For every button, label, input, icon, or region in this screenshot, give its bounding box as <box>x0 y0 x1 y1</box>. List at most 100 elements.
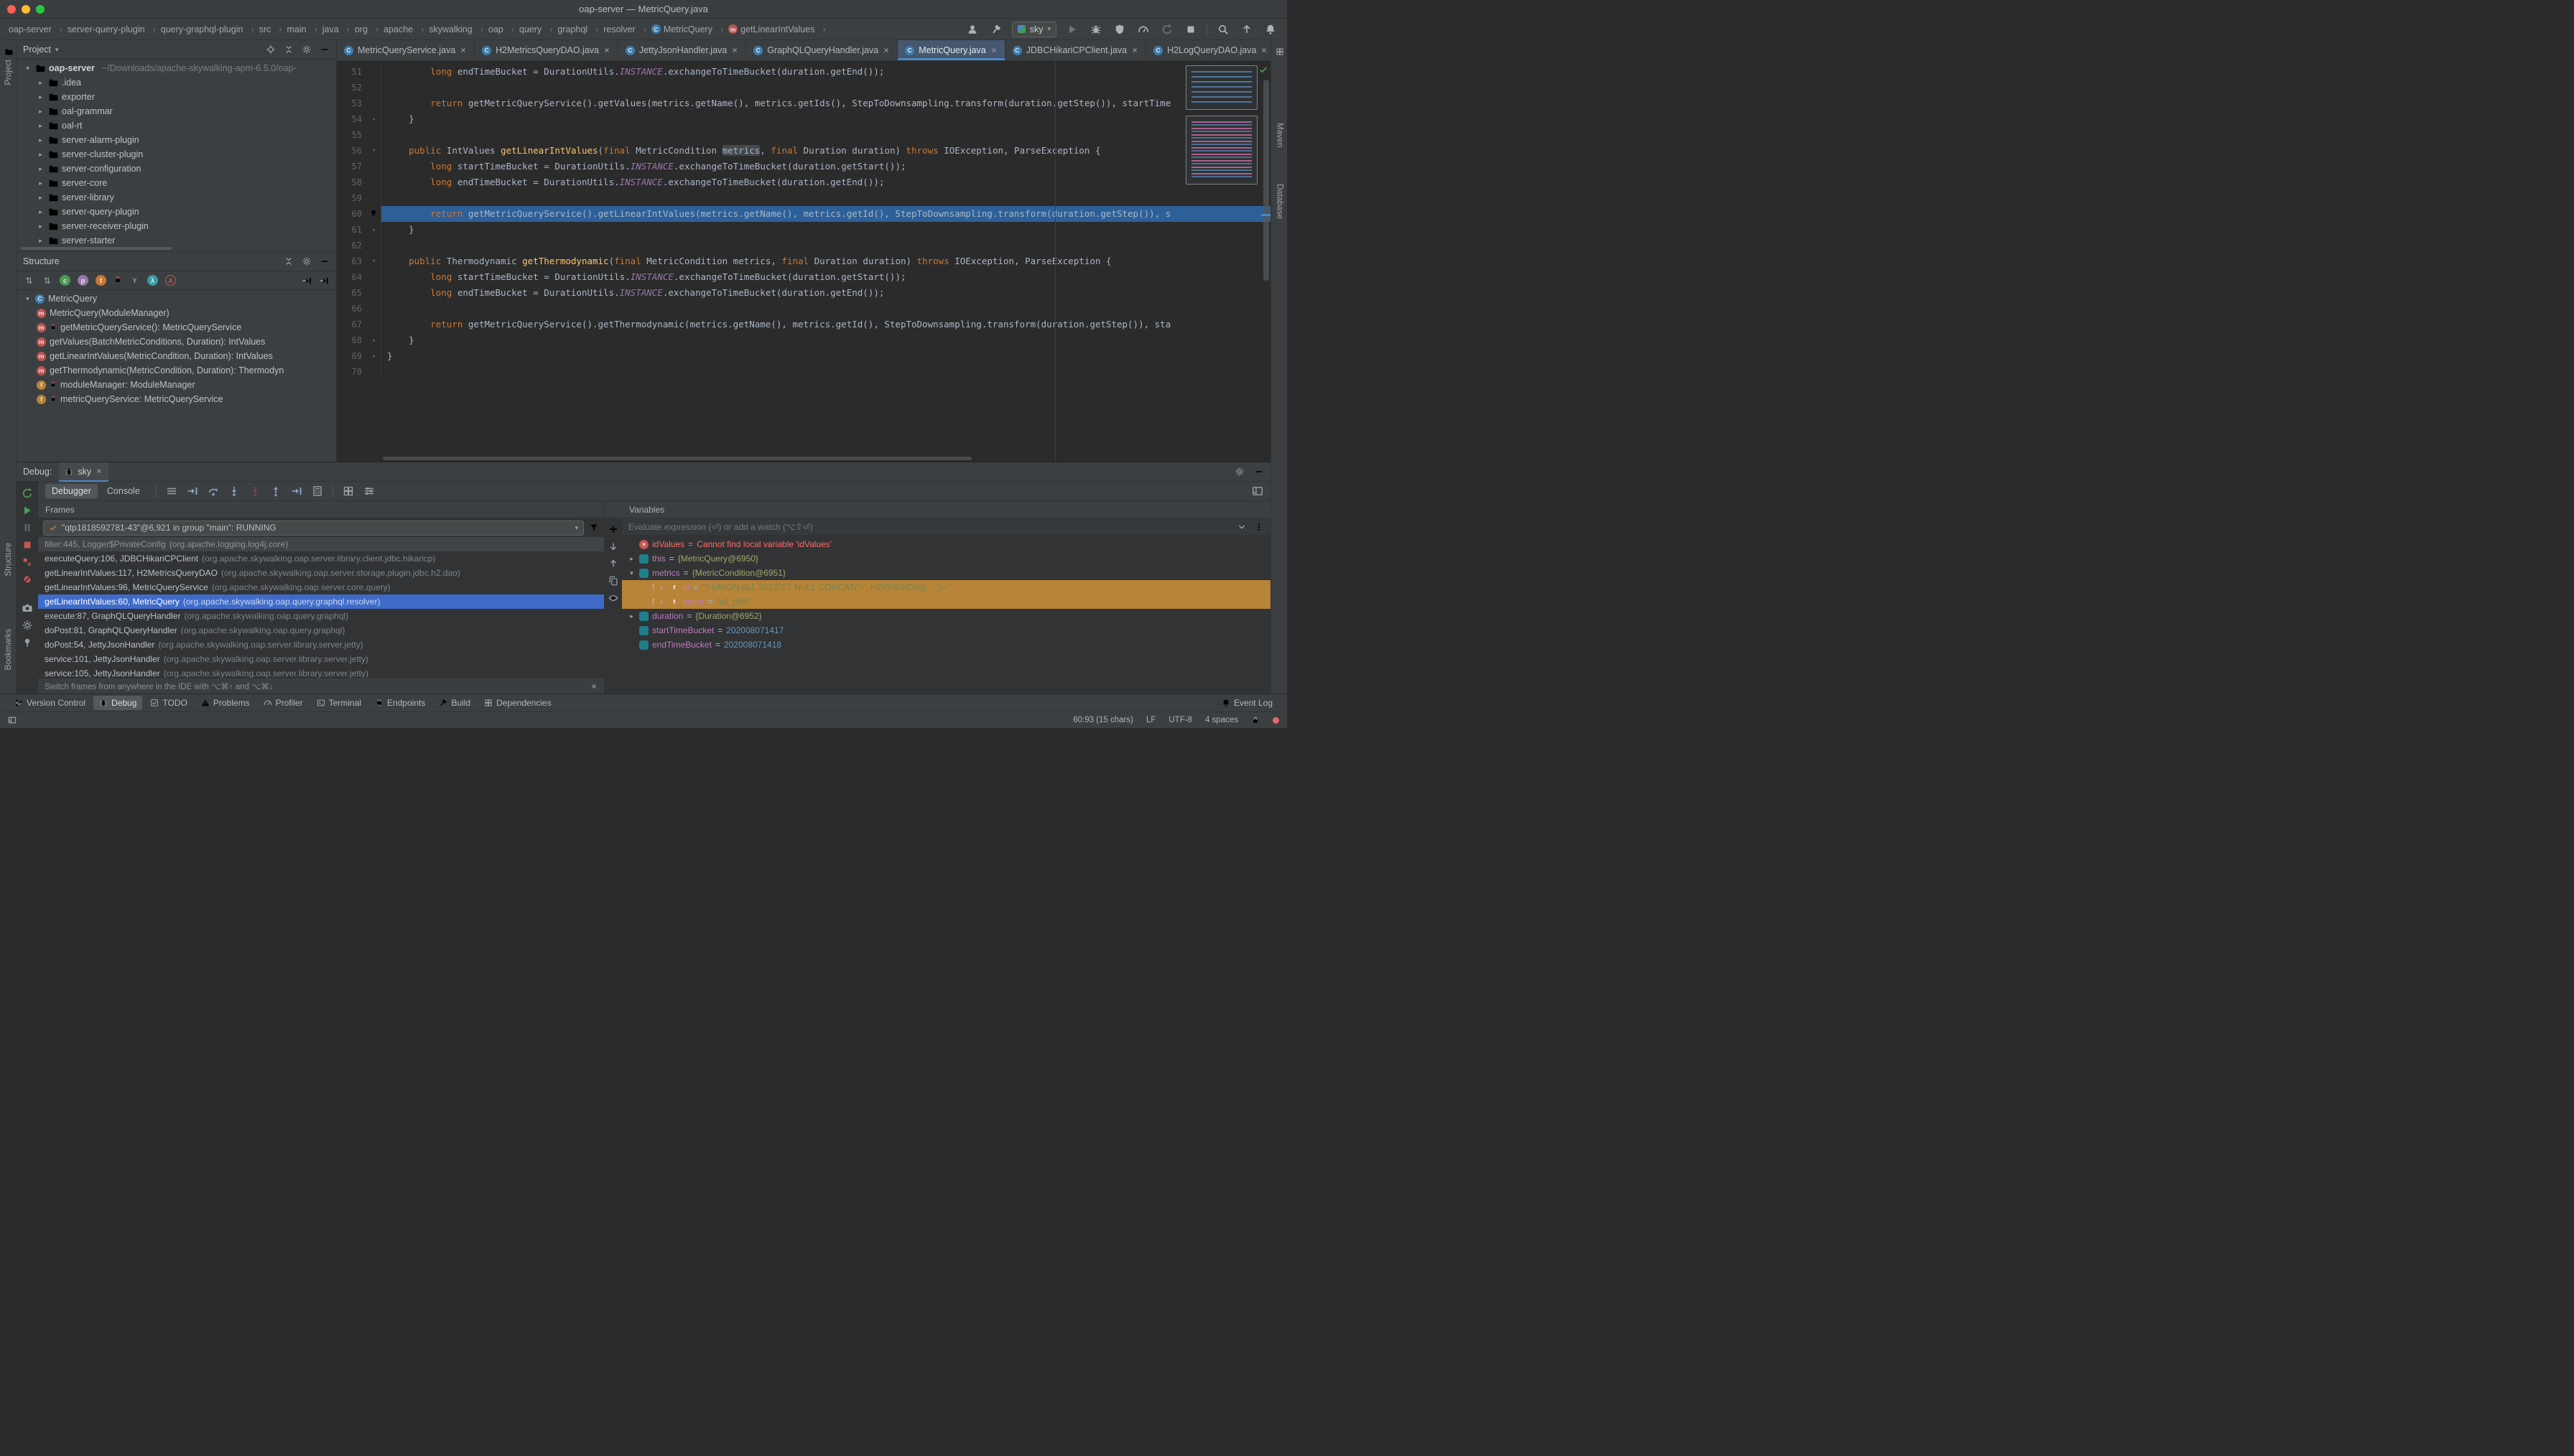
breadcrumb-item[interactable]: skywalking <box>429 24 488 34</box>
project-tree-item[interactable]: server-receiver-plugin <box>17 219 336 233</box>
file-encoding[interactable]: UTF-8 <box>1168 716 1192 724</box>
fold-marker-icon[interactable] <box>367 332 381 348</box>
frame-row[interactable]: service:101, JettyJsonHandler (org.apach… <box>38 652 604 666</box>
expand-icon[interactable] <box>37 108 45 116</box>
expand-icon[interactable] <box>37 79 45 87</box>
toolwindow-button[interactable]: Profiler <box>258 696 309 710</box>
code-preview-thumbnail[interactable] <box>1186 65 1258 110</box>
toolwindow-button[interactable]: Terminal <box>311 696 367 710</box>
project-tree-item[interactable]: server-query-plugin <box>17 205 336 219</box>
line-number[interactable]: 56 <box>337 143 367 159</box>
sort-by-visibility-icon[interactable] <box>42 275 52 286</box>
move-watch-up-icon[interactable] <box>608 559 618 569</box>
notification-dot[interactable] <box>1273 717 1279 724</box>
hide-panel-icon[interactable] <box>1254 467 1264 477</box>
editor-tab[interactable]: JettyJsonHandler.java <box>618 40 746 60</box>
pause-program-icon[interactable] <box>22 522 33 533</box>
expand-icon[interactable] <box>658 598 666 606</box>
structure-panel-header[interactable]: Structure <box>17 252 336 271</box>
expand-icon[interactable] <box>37 151 45 159</box>
line-number[interactable]: 51 <box>337 64 367 80</box>
expand-icon[interactable] <box>24 295 32 303</box>
breadcrumb-item[interactable]: graphql <box>557 24 603 34</box>
breadcrumb-item[interactable]: server-query-plugin <box>68 24 161 34</box>
evaluate-expression-icon[interactable] <box>312 485 323 497</box>
show-getters-icon[interactable] <box>60 275 70 286</box>
project-tree-item[interactable]: oal-grammar <box>17 104 336 118</box>
project-tree-item[interactable]: .idea <box>17 75 336 90</box>
variable-row[interactable]: name = "all_p99" <box>622 594 1270 609</box>
line-number[interactable]: 64 <box>337 269 367 285</box>
collapse-all-icon[interactable] <box>284 256 294 266</box>
project-tree-item[interactable]: server-starter <box>17 233 336 248</box>
force-step-into-icon[interactable] <box>249 485 261 497</box>
toolwindow-button[interactable]: Debug <box>93 696 142 710</box>
rerun-debug-icon[interactable] <box>22 487 33 499</box>
tab-close-icon[interactable] <box>1260 47 1268 54</box>
line-number[interactable]: 52 <box>337 80 367 95</box>
expand-icon[interactable] <box>37 237 45 245</box>
line-number[interactable]: 63 <box>337 253 367 269</box>
project-tree-item[interactable]: oal-rt <box>17 118 336 133</box>
group-methods-icon[interactable] <box>129 275 140 286</box>
search-everywhere-icon[interactable] <box>1215 22 1231 37</box>
gear-icon[interactable] <box>302 45 312 55</box>
debugger-view-tab[interactable]: Console <box>101 484 147 498</box>
chevron-down-icon[interactable]: ▾ <box>55 46 59 54</box>
breadcrumb-item[interactable]: query-graphql-plugin <box>161 24 259 34</box>
debugger-settings-icon[interactable] <box>22 620 33 631</box>
project-tree-item[interactable]: exporter <box>17 90 336 104</box>
show-non-public-icon[interactable] <box>113 275 122 286</box>
toolwindow-button[interactable]: Problems <box>195 696 256 710</box>
pin-tab-icon[interactable] <box>22 637 33 648</box>
expand-icon[interactable] <box>37 208 45 216</box>
layout-settings-icon[interactable] <box>1252 485 1263 497</box>
show-lambdas-icon[interactable] <box>147 275 158 286</box>
right-stripe-top-icon[interactable] <box>1271 47 1288 56</box>
tab-close-icon[interactable] <box>990 47 998 54</box>
variable-row[interactable]: endTimeBucket = 202008071418 <box>622 638 1270 652</box>
resume-program-icon[interactable] <box>22 505 33 516</box>
toolwindow-stripes-toggle-icon[interactable] <box>8 716 17 724</box>
readonly-lock-icon[interactable] <box>1251 716 1260 724</box>
duplicate-watch-icon[interactable] <box>608 576 618 586</box>
fold-marker-icon[interactable] <box>367 222 381 238</box>
breadcrumb-item[interactable]: resolver <box>603 24 651 34</box>
code-editor[interactable]: 51 long endTimeBucket = DurationUtils.IN… <box>337 61 1270 462</box>
line-number[interactable]: 59 <box>337 190 367 206</box>
tab-close-icon[interactable] <box>96 467 103 477</box>
variable-row[interactable]: metrics = {MetricCondition@6951} <box>622 566 1270 580</box>
autoscroll-to-source-icon[interactable] <box>302 276 312 286</box>
line-number[interactable]: 67 <box>337 317 367 332</box>
fold-marker-icon[interactable] <box>367 143 381 159</box>
breadcrumb-item[interactable]: oap <box>488 24 519 34</box>
line-number[interactable]: 69 <box>337 348 367 364</box>
thread-dump-camera-icon[interactable] <box>22 602 33 614</box>
stripe-project-button[interactable]: Project <box>0 47 17 85</box>
structure-tree-item[interactable]: MetricQuery(ModuleManager) <box>17 306 336 320</box>
expand-icon[interactable] <box>628 555 636 563</box>
project-tree-item[interactable]: server-core <box>17 176 336 190</box>
editor-tab[interactable]: H2LogQueryDAO.java <box>1146 40 1270 60</box>
sort-alphabetically-icon[interactable] <box>24 275 34 286</box>
toolwindow-button[interactable]: Dependencies <box>478 696 557 710</box>
debug-session-tab[interactable]: sky <box>59 462 108 482</box>
breadcrumb-item[interactable]: main <box>287 24 322 34</box>
breadcrumb-item[interactable]: org <box>355 24 384 34</box>
frame-row[interactable]: getLinearIntValues:96, MetricQueryServic… <box>38 580 604 594</box>
structure-tree-item[interactable]: getLinearIntValues(MetricCondition, Dura… <box>17 349 336 363</box>
variable-row[interactable]: id = "') UNION ALL SELECT NULL,CONCAT('~… <box>622 580 1270 594</box>
locate-file-icon[interactable] <box>266 45 276 55</box>
step-out-icon[interactable] <box>270 485 282 497</box>
structure-root-row[interactable]: MetricQuery <box>17 291 336 306</box>
breadcrumb-item[interactable]: java <box>322 24 355 34</box>
chevron-down-icon[interactable] <box>1237 522 1247 532</box>
toolwindow-button[interactable]: Endpoints <box>369 696 431 710</box>
breadcrumb-item[interactable]: MetricQuery <box>651 24 728 34</box>
tab-close-icon[interactable] <box>731 47 738 54</box>
line-number[interactable]: 54 <box>337 111 367 127</box>
line-number[interactable]: 61 <box>337 222 367 238</box>
gear-icon[interactable] <box>302 256 312 266</box>
gear-icon[interactable] <box>1235 467 1245 477</box>
view-breakpoints-icon[interactable] <box>22 556 33 568</box>
